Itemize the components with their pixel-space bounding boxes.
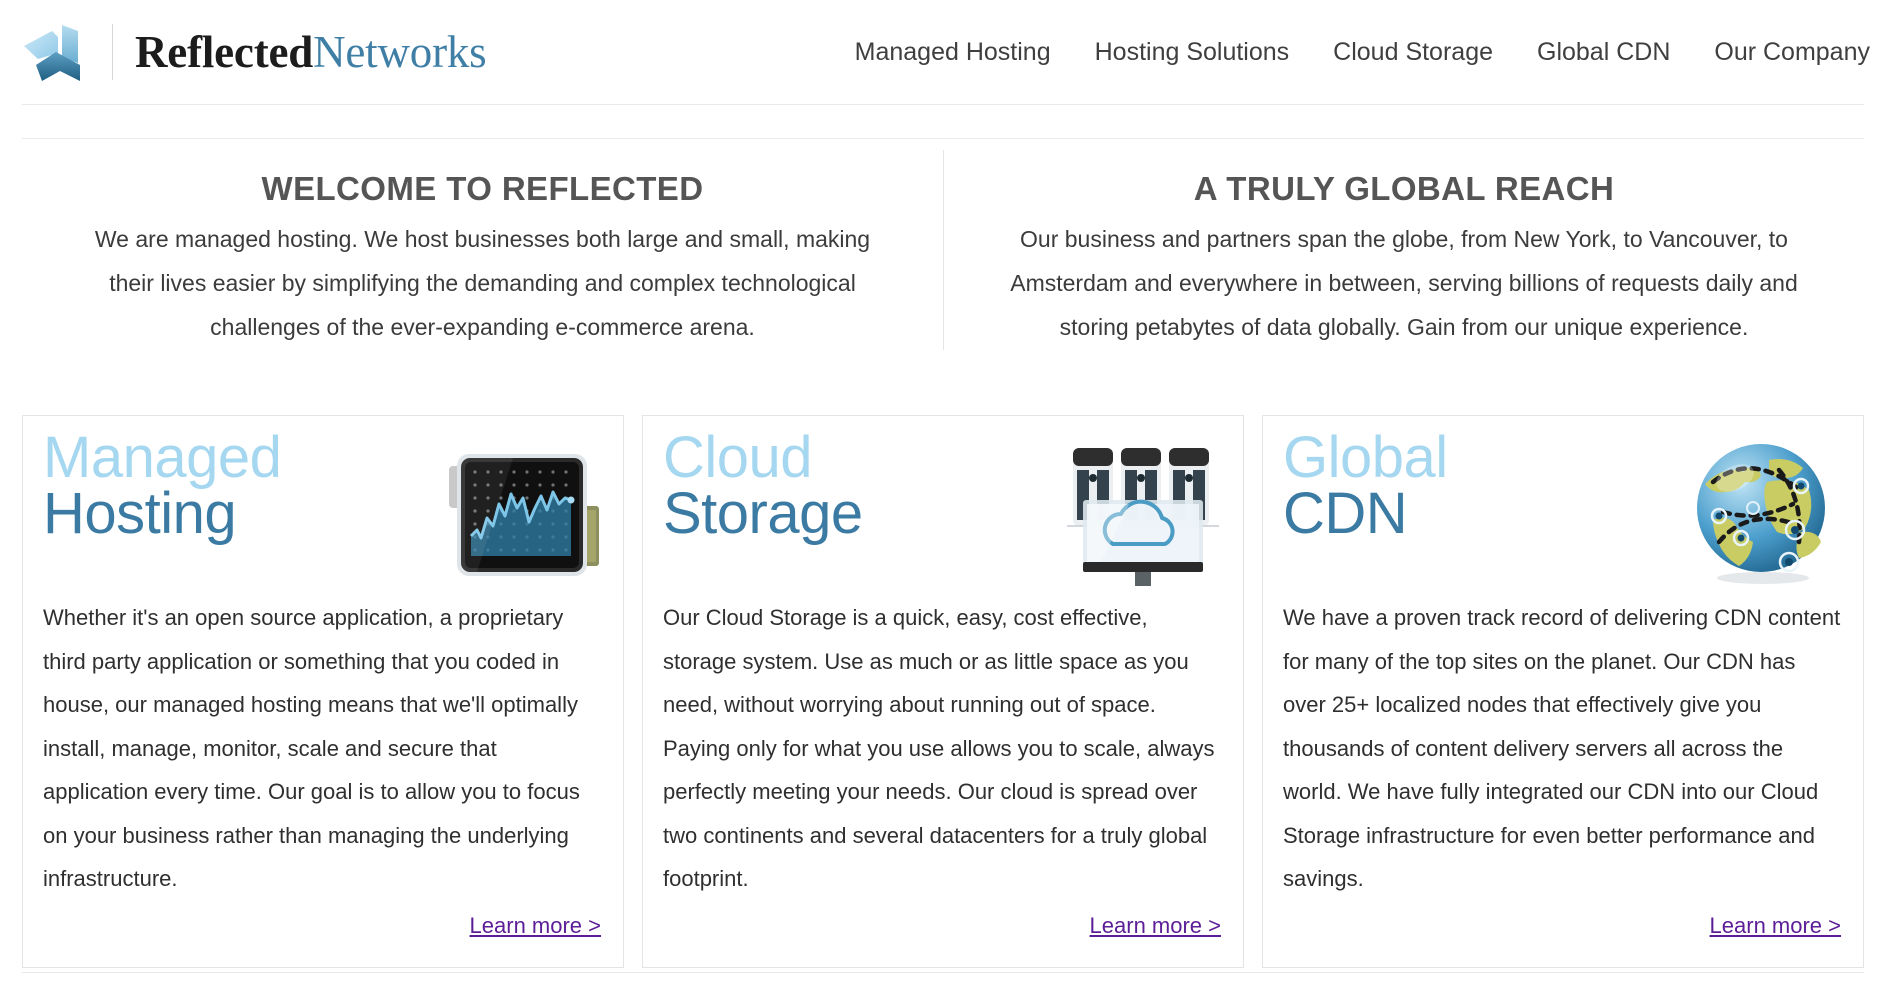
- servers-cloud-monitor-icon: [1067, 448, 1219, 586]
- footer-divider: [22, 972, 1864, 973]
- learn-more-link[interactable]: Learn more >: [1710, 913, 1841, 938]
- main-navigation: Managed Hosting Hosting Solutions Cloud …: [855, 38, 1886, 67]
- welcome-right-body: Our business and partners span the globe…: [1010, 226, 1798, 340]
- wordmark-reflected: Reflected: [135, 26, 314, 77]
- header-divider-top: [22, 104, 1864, 105]
- card-header: Managed Hosting: [43, 425, 603, 590]
- card-body: Whether it's an open source application,…: [43, 605, 580, 891]
- card-footer: Learn more >: [1283, 901, 1843, 939]
- globe-network-nodes-icon: [1697, 444, 1825, 584]
- card-managed-hosting[interactable]: Managed Hosting Whether it's an open sou…: [22, 415, 624, 968]
- card-footer: Learn more >: [43, 901, 603, 939]
- card-title-line1: Cloud: [663, 425, 813, 490]
- card-title-line1: Global: [1283, 425, 1448, 490]
- welcome-column-right: A TRULY GLOBAL REACH Our business and pa…: [943, 150, 1864, 350]
- card-title-line2: Hosting: [43, 481, 237, 547]
- card-title: Managed Hosting: [43, 425, 282, 547]
- tablet-area-chart-icon: [449, 454, 599, 576]
- brand-divider: [112, 24, 113, 80]
- reflected-networks-pinwheel-logo-icon: [24, 25, 80, 81]
- card-body: Our Cloud Storage is a quick, easy, cost…: [663, 605, 1215, 891]
- welcome-right-title: A TRULY GLOBAL REACH: [1193, 170, 1615, 207]
- welcome-section: WELCOME TO REFLECTED We are managed host…: [22, 150, 1864, 350]
- learn-more-link[interactable]: Learn more >: [1090, 913, 1221, 938]
- card-footer: Learn more >: [663, 901, 1223, 939]
- card-header: Global CDN: [1283, 425, 1843, 590]
- nav-hosting-solutions[interactable]: Hosting Solutions: [1095, 38, 1290, 67]
- site-header: ReflectedNetworks Managed Hosting Hostin…: [0, 0, 1886, 104]
- card-title: Cloud Storage: [663, 425, 863, 547]
- brand[interactable]: ReflectedNetworks: [0, 21, 487, 83]
- card-global-cdn[interactable]: Global CDN We have a proven track record…: [1262, 415, 1864, 968]
- welcome-left-title: WELCOME TO REFLECTED: [261, 170, 704, 207]
- learn-more-link[interactable]: Learn more >: [470, 913, 601, 938]
- nav-managed-hosting[interactable]: Managed Hosting: [855, 38, 1051, 67]
- header-divider-bottom: [22, 138, 1864, 139]
- card-title-line1: Managed: [43, 425, 282, 490]
- welcome-left-body: We are managed hosting. We host business…: [94, 226, 871, 340]
- card-cloud-storage[interactable]: Cloud Storage Our Cloud Storage is a qui…: [642, 415, 1244, 968]
- wordmark: ReflectedNetworks: [135, 26, 487, 77]
- card-title-line2: Storage: [663, 481, 863, 547]
- nav-our-company[interactable]: Our Company: [1714, 38, 1870, 67]
- card-body: We have a proven track record of deliver…: [1283, 605, 1841, 891]
- page-root: ReflectedNetworks Managed Hosting Hostin…: [0, 0, 1886, 985]
- welcome-column-left: WELCOME TO REFLECTED We are managed host…: [22, 150, 943, 350]
- wordmark-networks: Networks: [313, 26, 487, 77]
- nav-global-cdn[interactable]: Global CDN: [1537, 38, 1670, 67]
- card-title: Global CDN: [1283, 425, 1448, 547]
- card-header: Cloud Storage: [663, 425, 1223, 590]
- nav-cloud-storage[interactable]: Cloud Storage: [1333, 38, 1493, 67]
- card-title-line2: CDN: [1283, 481, 1408, 547]
- service-cards: Managed Hosting Whether it's an open sou…: [22, 415, 1864, 968]
